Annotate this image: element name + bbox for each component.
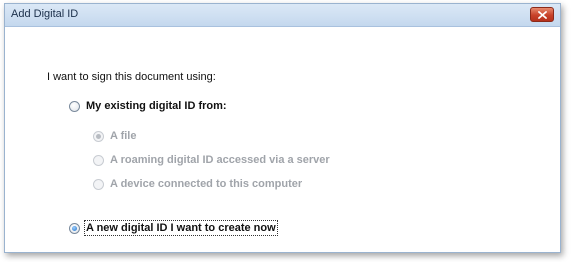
radio-button[interactable] <box>69 100 80 112</box>
radio-button[interactable] <box>69 222 80 234</box>
radio-a-file: A file <box>93 130 137 142</box>
radio-device-label: A device connected to this computer <box>110 178 303 190</box>
radio-roaming-server: A roaming digital ID accessed via a serv… <box>93 154 330 166</box>
radio-new-id[interactable]: A new digital ID I want to create now <box>69 220 278 236</box>
radio-existing-id-label: My existing digital ID from: <box>86 100 227 112</box>
radio-roaming-server-label: A roaming digital ID accessed via a serv… <box>110 154 330 166</box>
window-title: Add Digital ID <box>11 8 79 20</box>
close-icon <box>537 10 547 19</box>
radio-button <box>93 130 104 142</box>
radio-new-id-label: A new digital ID I want to create now <box>84 220 278 236</box>
add-digital-id-dialog: Add Digital ID I want to sign this docum… <box>4 3 561 253</box>
radio-existing-id[interactable]: My existing digital ID from: <box>69 100 227 112</box>
radio-a-file-label: A file <box>110 130 137 142</box>
radio-device: A device connected to this computer <box>93 178 302 190</box>
dialog-body: I want to sign this document using: My e… <box>5 27 560 252</box>
close-button[interactable] <box>530 7 554 22</box>
prompt-text: I want to sign this document using: <box>47 71 216 83</box>
radio-button <box>93 154 104 166</box>
titlebar: Add Digital ID <box>5 4 560 27</box>
radio-button <box>93 178 104 190</box>
